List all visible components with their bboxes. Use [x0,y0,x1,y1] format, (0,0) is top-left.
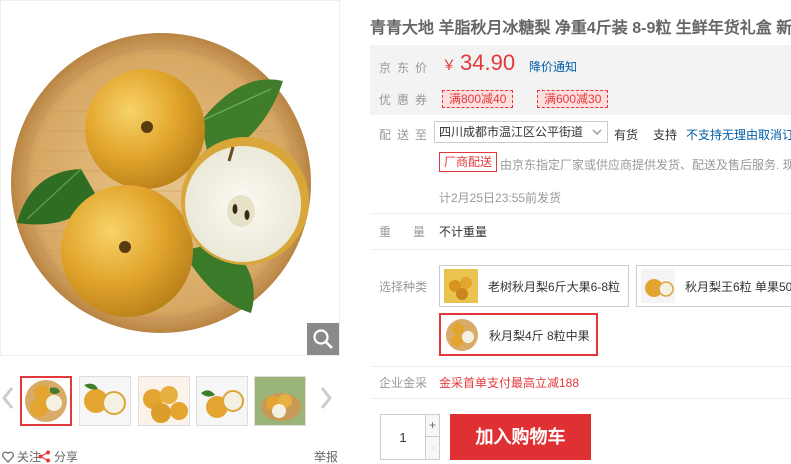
variant-name: 秋月梨4斤 8粒中果 [489,329,590,343]
ship-time: 计2月25日23:55前发货 [439,191,562,205]
divider [370,398,791,399]
magnifier-icon [313,329,333,349]
variant-thumbnail [446,319,478,351]
quantity-stepper: + - [380,414,440,460]
thumbnail-3[interactable] [138,376,190,426]
chevron-left-icon [2,387,14,409]
divider [370,366,791,367]
thumbnail-image [139,377,189,425]
vendor-delivery-badge: 厂商配送 [439,152,498,172]
variant-option-2[interactable]: 秋月梨王6粒 单果500 [636,265,791,307]
variant-label: 选择种类 [379,280,428,294]
price-number: 34.90 [460,50,516,75]
share-label: 分享 [54,450,79,464]
variant-option-3-selected[interactable]: 秋月梨4斤 8粒中果 [439,313,598,356]
follow-link[interactable]: 关注 [2,448,41,464]
thumbnail-5[interactable] [254,376,306,426]
support-service-link[interactable]: 不支持无理由取消订 [686,126,791,143]
thumbnail-image [80,377,130,425]
thumbnail-4[interactable] [196,376,248,426]
share-link[interactable]: 分享 [38,448,78,464]
product-photo [11,33,311,333]
quantity-decrease-button[interactable]: - [425,437,439,459]
price-label: 京东价 [379,61,434,75]
delivery-label: 配送至 [379,128,434,142]
price-value: ￥ 34.90 [442,50,515,76]
thumbnail-strip [0,370,340,430]
share-icon [38,450,50,463]
zoom-button[interactable] [307,323,339,355]
enterprise-offer: 金采首单支付最高立减188 [439,376,580,390]
chevron-right-icon [320,387,332,409]
stock-status: 有货 [614,128,639,142]
main-product-image[interactable] [0,0,340,356]
variant-thumbnail [641,269,675,303]
product-title: 青青大地 羊脂秋月冰糖梨 净重4斤装 8-9粒 生鲜年货礼盒 新 [370,20,791,37]
address-selector[interactable]: 四川成都市温江区公平街道 [434,121,608,143]
divider [370,249,791,250]
thumbnail-1[interactable] [20,376,72,426]
divider [370,213,791,214]
thumbnail-2[interactable] [79,376,131,426]
price-drop-notice-link[interactable]: 降价通知 [529,58,577,75]
support-label: 支持 [653,128,678,142]
coupon-label: 优惠券 [379,93,434,107]
add-to-cart-button[interactable]: 加入购物车 [450,414,591,460]
thumbs-prev-button[interactable] [0,382,16,414]
thumbs-next-button[interactable] [318,382,334,414]
heart-icon [2,451,14,463]
enterprise-label: 企业金采 [379,376,428,390]
coupon-800-40[interactable]: 满800减40 [442,90,514,108]
thumbnail-image [25,380,67,422]
quantity-increase-button[interactable]: + [425,415,439,437]
vendor-description: 由京东指定厂家或供应商提供发货、配送及售后服务. 现 [500,158,791,172]
image-actions: 关注 分享 举报 [0,446,340,464]
weight-value: 不计重量 [439,225,488,239]
variant-thumbnail [444,269,478,303]
variant-option-1[interactable]: 老树秋月梨6斤大果6-8粒 [439,265,629,307]
coupon-600-30[interactable]: 满600减30 [537,90,609,108]
address-value: 四川成都市温江区公平街道 [439,125,584,139]
thumbnail-image [255,377,305,425]
weight-label: 重量 [379,225,448,239]
thumbnail-image [197,377,247,425]
price-panel: 京东价 ￥ 34.90 降价通知 优惠券 满800减40 满600减30 [370,45,791,115]
variant-name: 老树秋月梨6斤大果6-8粒 [488,280,621,294]
quantity-input[interactable] [381,415,425,459]
report-link[interactable]: 举报 [314,448,338,464]
currency-symbol: ￥ [442,57,456,73]
variant-name: 秋月梨王6粒 单果500 [685,280,791,294]
report-label: 举报 [314,450,339,464]
chevron-down-icon [592,129,602,135]
